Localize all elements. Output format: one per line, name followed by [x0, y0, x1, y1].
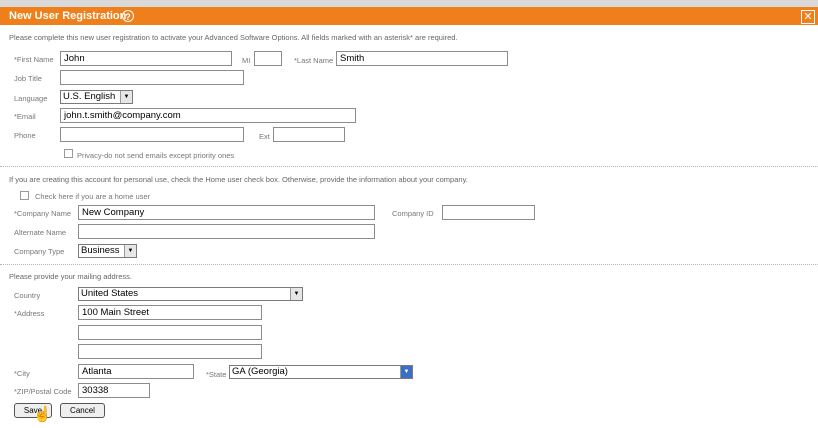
company-id-field[interactable] [442, 205, 535, 220]
first-name-field[interactable]: John [60, 51, 232, 66]
zip-field[interactable]: 30338 [78, 383, 150, 398]
chevron-down-icon: ▼ [400, 366, 412, 378]
zip-label: *ZIP/Postal Code [14, 387, 72, 396]
section-divider [0, 166, 818, 167]
last-name-field[interactable]: Smith [336, 51, 508, 66]
job-title-label: Job Title [14, 74, 42, 83]
email-label: *Email [14, 112, 36, 121]
address-line3-field[interactable] [78, 344, 262, 359]
home-user-label: Check here if you are a home user [35, 192, 151, 201]
top-strip [0, 0, 818, 7]
city-label: *City [14, 369, 30, 378]
country-label: Country [14, 291, 41, 300]
address-label: *Address [14, 309, 45, 318]
job-title-field[interactable] [60, 70, 244, 85]
phone-field[interactable] [60, 127, 244, 142]
hand-pointer-icon: ☝ [33, 406, 52, 423]
company-id-label: Company ID [392, 209, 434, 218]
chevron-down-icon: ▼ [290, 288, 302, 300]
state-select[interactable]: GA (Georgia) ▼ [229, 365, 413, 379]
company-type-select[interactable]: Business ▼ [78, 244, 137, 258]
section-divider [0, 264, 818, 265]
window-title: New User Registration [9, 10, 127, 22]
state-value: GA (Georgia) [232, 366, 288, 377]
privacy-checkbox[interactable] [64, 149, 73, 158]
help-icon[interactable]: ? [122, 10, 134, 22]
address-line2-field[interactable] [78, 325, 262, 340]
close-icon[interactable]: ✕ [801, 10, 815, 24]
ext-label: Ext [259, 132, 270, 141]
privacy-label: Privacy-do not send emails except priori… [77, 151, 235, 160]
language-label: Language [14, 94, 48, 103]
phone-label: Phone [14, 131, 36, 140]
mi-label: MI [242, 56, 251, 65]
language-value: U.S. English [63, 91, 116, 102]
company-name-field[interactable]: New Company [78, 205, 375, 220]
language-select[interactable]: U.S. English ▼ [60, 90, 133, 104]
mi-field[interactable] [254, 51, 282, 66]
cancel-button[interactable]: Cancel [60, 403, 105, 418]
home-user-checkbox[interactable] [20, 191, 29, 200]
country-select[interactable]: United States ▼ [78, 287, 303, 301]
company-type-label: Company Type [14, 247, 65, 256]
country-value: United States [81, 288, 139, 299]
alternate-name-field[interactable] [78, 224, 375, 239]
company-intro: If you are creating this account for per… [9, 175, 468, 184]
address-line1-field[interactable]: 100 Main Street [78, 305, 262, 320]
chevron-down-icon: ▼ [120, 91, 132, 103]
address-intro: Please provide your mailing address. [9, 272, 132, 281]
company-name-label: *Company Name [14, 209, 72, 218]
ext-field[interactable] [273, 127, 345, 142]
city-field[interactable]: Atlanta [78, 364, 194, 379]
last-name-label: *Last Name [294, 56, 334, 65]
alternate-name-label: Alternate Name [14, 228, 67, 237]
first-name-label: *First Name [14, 55, 54, 64]
company-type-value: Business [81, 245, 120, 256]
chevron-down-icon: ▼ [124, 245, 136, 257]
intro-text: Please complete this new user registrati… [9, 33, 458, 42]
state-label: *State [206, 370, 227, 379]
email-field[interactable]: john.t.smith@company.com [60, 108, 356, 123]
